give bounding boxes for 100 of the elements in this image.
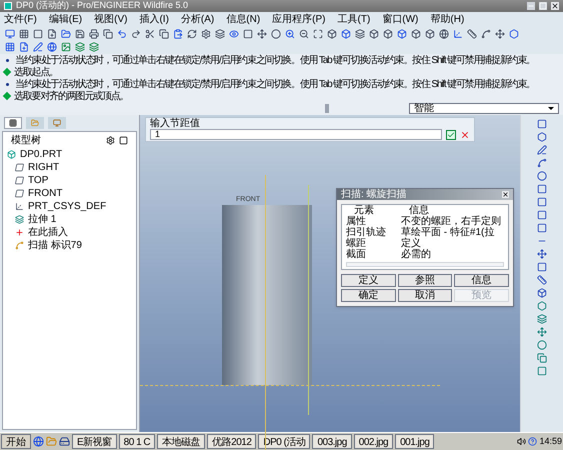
menu-item[interactable]: 文件(F) [4,12,37,26]
dialog-button[interactable]: 确定 [341,289,396,302]
menu-item[interactable]: 窗口(W) [382,12,418,26]
toolbar-icon[interactable] [480,28,491,39]
tree-item[interactable]: 在此插入 [28,225,68,240]
toolbar-icon[interactable] [228,28,239,39]
toolbar-icon[interactable] [172,28,183,39]
toolbar-icon[interactable] [284,28,295,39]
toolbar-icon[interactable] [537,340,547,350]
toolbar-icon[interactable] [537,158,547,168]
taskbar-button[interactable]: 003.jpg [312,434,352,449]
menu-item[interactable]: 分析(A) [180,12,214,26]
toolbar-icon[interactable] [298,28,309,39]
input-field[interactable]: 1 [150,129,442,140]
menu-item[interactable]: 工具(T) [338,12,370,26]
help-icon[interactable] [528,437,538,446]
toolbar-icon[interactable] [537,262,547,272]
taskbar-button[interactable]: 80 1 C [118,434,156,449]
toolbar-icon[interactable] [396,28,407,39]
taskbar-button[interactable]: 002.jpg [354,434,394,449]
close-icon[interactable] [551,2,559,10]
tree-item[interactable]: 拉伸 1 [28,212,56,227]
toolbar-icon[interactable] [32,28,43,39]
close-icon[interactable] [502,191,509,198]
cancel-icon[interactable] [460,130,470,140]
tree-item[interactable]: PRT_CSYS_DEF [28,199,106,214]
toolbar-icon[interactable] [256,28,267,39]
toolbar-icon[interactable] [368,28,379,39]
toolbar-icon[interactable] [18,28,29,39]
menu-item[interactable]: 应用程序(P) [272,12,326,26]
toolbar-icon[interactable] [200,28,211,39]
toolbar-icon[interactable] [186,28,197,39]
toolbar-icon[interactable] [130,28,141,39]
toolbar-icon[interactable] [116,28,127,39]
toolbar-icon[interactable] [508,28,519,39]
filter-dropdown[interactable]: 智能 [409,103,559,114]
toolbar-icon[interactable] [424,28,435,39]
panel-tab[interactable] [4,117,22,129]
toolbar-icon[interactable] [88,28,99,39]
toolbar-icon[interactable] [32,41,43,52]
toolbar-icon[interactable] [60,41,71,52]
toolbar-icon[interactable] [74,28,85,39]
toolbar-icon[interactable] [466,28,477,39]
taskbar-button[interactable]: 001.jpg [395,434,434,449]
start-button[interactable]: 开始 [1,434,31,449]
toolbar-icon[interactable] [537,314,547,324]
toolbar-icon[interactable] [452,28,463,39]
toolbar-icon[interactable] [537,132,547,142]
toolbar-icon[interactable] [537,327,547,337]
taskbar-button[interactable]: 优路2012 [207,434,256,449]
toolbar-icon[interactable] [354,28,365,39]
toolbar-icon[interactable] [537,288,547,298]
toolbar-icon[interactable] [494,28,505,39]
dialog-button[interactable]: 定义 [341,274,396,287]
toolbar-icon[interactable] [410,28,421,39]
dialog-button[interactable]: 信息 [454,274,509,287]
table-cell[interactable]: 属性 [346,216,401,227]
toolbar-icon[interactable] [537,119,547,129]
settings-icon[interactable] [106,136,115,144]
dialog-button[interactable]: 取消 [398,289,452,302]
toolbar-icon[interactable] [537,301,547,311]
toolbar-icon[interactable] [46,28,57,39]
toolbar-icon[interactable] [4,28,15,39]
menu-item[interactable]: 信息(N) [226,12,260,26]
toolbar-icon[interactable] [214,28,225,39]
toolbar-icon[interactable] [144,28,155,39]
menu-item[interactable]: 插入(I) [139,12,169,26]
table-cell[interactable]: 扫引轨迹 [346,227,401,238]
toolbar-icon[interactable] [102,28,113,39]
toolbar-icon[interactable] [46,41,57,52]
menu-item[interactable]: 编辑(E) [48,12,82,26]
volume-icon[interactable] [517,437,526,446]
toolbar-icon[interactable] [270,28,281,39]
toolbar-icon[interactable] [382,28,393,39]
toolbar-icon[interactable] [312,28,323,39]
tree-item[interactable]: 扫描 标识79 [28,238,82,253]
tree-item[interactable]: FRONT [28,186,62,201]
toolbar-icon[interactable] [537,353,547,363]
taskbar-button[interactable]: 本地磁盘 [157,434,206,449]
accept-icon[interactable] [446,130,456,140]
toolbar-icon[interactable] [18,41,29,52]
scrollbar[interactable] [346,262,504,267]
tree-item[interactable]: DP0.PRT [20,147,62,162]
toolbar-icon[interactable] [88,41,99,52]
toolbar-icon[interactable] [537,249,547,259]
menu-item[interactable]: 视图(V) [94,12,128,26]
toolbar-icon[interactable] [158,28,169,39]
dialog-button[interactable]: 参照 [398,274,452,287]
toolbar-icon[interactable] [74,41,85,52]
tree-item[interactable]: TOP [28,173,48,188]
toolbar-icon[interactable] [242,28,253,39]
toolbar-icon[interactable] [537,275,547,285]
taskbar-button[interactable]: DP0 (活动 [258,434,310,449]
toolbar-icon[interactable] [438,28,449,39]
toolbar-icon[interactable] [537,366,547,376]
toolbar-icon[interactable] [326,28,337,39]
tree-item[interactable]: RIGHT [28,160,60,175]
toolbar-icon[interactable] [537,145,547,155]
menu-item[interactable]: 帮助(H) [430,12,464,26]
quick-launch-icon[interactable] [59,436,70,447]
